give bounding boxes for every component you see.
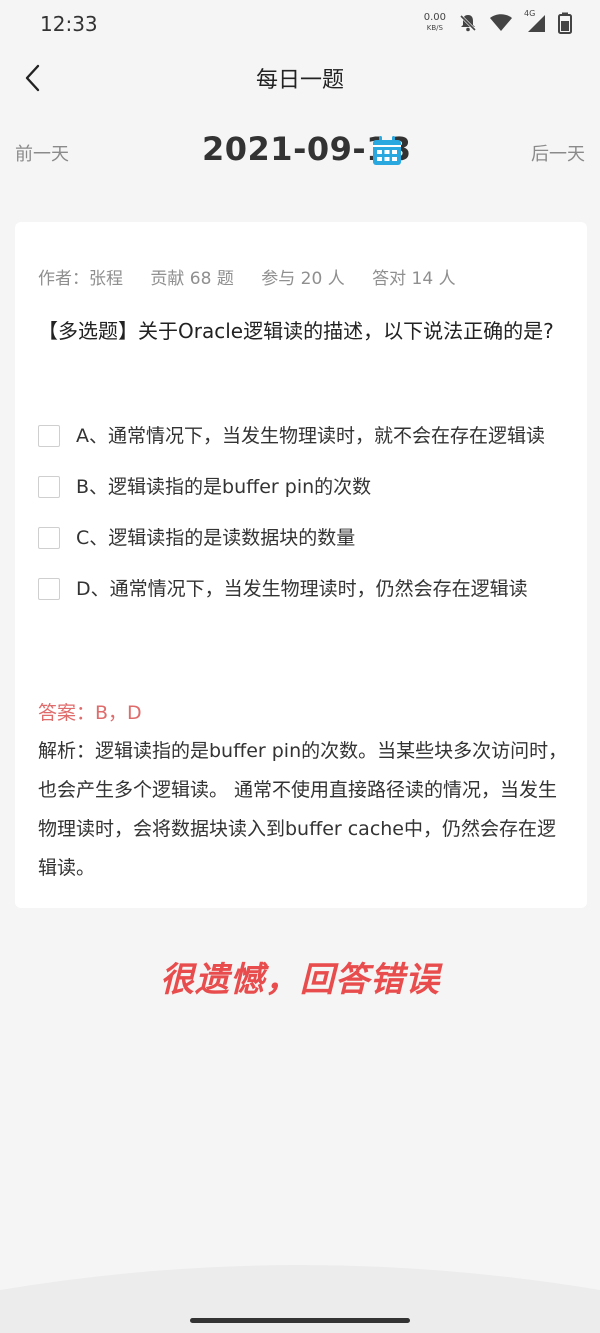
result-message: 很遗憾，回答错误 bbox=[160, 960, 440, 1000]
option-b-checkbox[interactable] bbox=[38, 476, 60, 498]
mute-bell-icon bbox=[459, 14, 477, 32]
next-day-button[interactable]: 后一天 bbox=[531, 140, 585, 166]
option-b[interactable]: B、逻辑读指的是buffer pin的次数 bbox=[38, 471, 568, 504]
option-a-label: A、通常情况下，当发生物理读时，就不会在存在逻辑读 bbox=[76, 425, 545, 447]
network-speed-value: 0.00 bbox=[423, 12, 446, 23]
title-bar: 每日一题 bbox=[0, 52, 600, 104]
question-participants: 参与 20 人 bbox=[261, 269, 345, 289]
status-bar: 12:33 0.00 KB/S 4G bbox=[0, 0, 600, 50]
question-card: 作者：张程 贡献 68 题 参与 20 人 答对 14 人 【多选题】关于Ora… bbox=[15, 222, 587, 908]
question-meta: 作者：张程 贡献 68 题 参与 20 人 答对 14 人 bbox=[38, 264, 478, 289]
network-speed-unit: KB/S bbox=[426, 24, 443, 32]
calendar-icon bbox=[373, 136, 401, 165]
calendar-button[interactable] bbox=[372, 136, 402, 170]
option-d[interactable]: D、通常情况下，当发生物理读时，仍然会存在逻辑读 bbox=[38, 573, 568, 606]
page-title: 每日一题 bbox=[255, 68, 344, 93]
wifi-icon bbox=[490, 14, 512, 31]
signal-icon bbox=[528, 15, 545, 32]
status-time: 12:33 bbox=[40, 12, 98, 36]
option-c-checkbox[interactable] bbox=[38, 527, 60, 549]
option-c-label: C、逻辑读指的是读数据块的数量 bbox=[76, 527, 356, 549]
question-author: 作者：张程 bbox=[38, 269, 123, 289]
option-d-label: D、通常情况下，当发生物理读时，仍然会存在逻辑读 bbox=[76, 578, 528, 600]
option-c[interactable]: C、逻辑读指的是读数据块的数量 bbox=[38, 522, 568, 555]
home-indicator[interactable] bbox=[190, 1318, 410, 1323]
option-b-label: B、逻辑读指的是buffer pin的次数 bbox=[76, 476, 372, 498]
option-d-checkbox[interactable] bbox=[38, 578, 60, 600]
option-a-checkbox[interactable] bbox=[38, 425, 60, 447]
analysis-text: 解析：逻辑读指的是buffer pin的次数。当某些块多次访问时，也会产生多个逻… bbox=[38, 740, 568, 879]
question-correct-count: 答对 14 人 bbox=[372, 269, 456, 289]
options-list: A、通常情况下，当发生物理读时，就不会在存在逻辑读 B、逻辑读指的是buffer… bbox=[38, 420, 568, 624]
network-speed: 0.00 KB/S bbox=[424, 13, 446, 33]
prev-day-button[interactable]: 前一天 bbox=[15, 140, 69, 166]
date-navigation: 前一天 2021-09-13 后一天 bbox=[0, 122, 600, 182]
question-text: 【多选题】关于Oracle逻辑读的描述，以下说法正确的是? bbox=[38, 319, 554, 343]
question-contributed: 贡献 68 题 bbox=[150, 269, 234, 289]
option-a[interactable]: A、通常情况下，当发生物理读时，就不会在存在逻辑读 bbox=[38, 420, 568, 453]
answer-text: 答案：B，D bbox=[38, 702, 142, 724]
battery-icon bbox=[558, 12, 572, 34]
status-icons: 0.00 KB/S 4G bbox=[424, 9, 572, 34]
cellular-signal: 4G bbox=[524, 9, 546, 33]
